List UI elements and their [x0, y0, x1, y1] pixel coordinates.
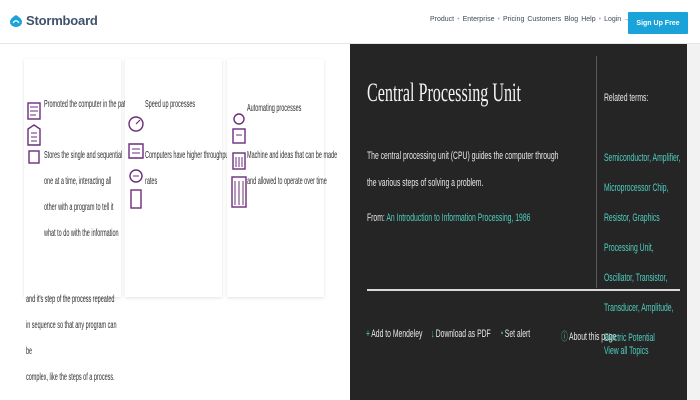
plus-icon: +	[366, 328, 370, 340]
feature-card[interactable]: Promoted the computer in the pattern Sto…	[24, 59, 135, 297]
concept-actions: +Add to Mendeley ↓Download as PDF ◔Set a…	[366, 328, 539, 340]
card-text-line: and allowed to operate over time	[247, 176, 327, 187]
download-pdf-label: Download as PDF	[435, 328, 491, 340]
main-nav: Product • Enterprise • Pricing Customers…	[430, 16, 630, 23]
card-text: Stores the single and sequential one at …	[44, 143, 138, 247]
nav-enterprise[interactable]: Enterprise	[463, 16, 495, 23]
top-header: Stormboard Product • Enterprise • Pricin…	[0, 0, 700, 44]
card-text-line: one at a time, interacting all	[44, 176, 112, 187]
card-text-line: complex, like the steps of a process.	[26, 372, 115, 383]
view-all-topics-link[interactable]: View all Topics	[604, 345, 648, 357]
card-text-line: Machine and ideas that can be made	[247, 150, 338, 161]
brand-logo[interactable]: Stormboard	[9, 13, 98, 28]
person-computer-icon	[27, 102, 41, 164]
download-pdf-button[interactable]: ↓Download as PDF	[431, 328, 491, 340]
nav-product[interactable]: Product	[430, 16, 454, 23]
card-title: Speed up processes	[145, 99, 196, 110]
card-text: Computers have higher throughput rates	[145, 143, 239, 195]
card-text-line: in sequence so that any program can be	[26, 320, 117, 357]
nav-customers[interactable]: Customers	[527, 16, 561, 23]
add-to-mendeley-label: Add to Mendeley	[371, 328, 423, 340]
add-to-mendeley-button[interactable]: +Add to Mendeley	[366, 328, 422, 340]
concept-title: Central Processing Unit	[367, 78, 522, 107]
card-text-line: what to do with the information	[44, 228, 119, 239]
card-text: Machine and ideas that can be made and a…	[247, 143, 341, 195]
nav-pricing[interactable]: Pricing	[503, 16, 524, 23]
nav-separator: •	[457, 16, 460, 23]
feature-card[interactable]: Automating processes Machine and ideas t…	[227, 59, 337, 297]
card-text-line: Computers have higher throughput	[145, 150, 231, 161]
bell-icon: ◔	[499, 328, 504, 340]
source-link[interactable]: An Introduction to Information Processin…	[386, 212, 530, 224]
related-terms-list[interactable]: Semiconductor, Amplifier, Microprocessor…	[604, 143, 685, 353]
nav-help[interactable]: Help	[581, 16, 595, 23]
card-title: Automating processes	[247, 103, 302, 114]
nav-separator: •	[598, 16, 602, 23]
download-icon: ↓	[431, 328, 435, 340]
related-terms-heading: Related terms:	[604, 92, 649, 104]
feature-card[interactable]: Speed up processes Computers have higher…	[125, 59, 230, 297]
scrollbar[interactable]	[687, 44, 700, 400]
nav-separator: •	[497, 16, 500, 23]
source-citation: From: An Introduction to Information Pro…	[367, 212, 530, 224]
card-title: Promoted the computer in the pattern	[44, 99, 136, 110]
info-icon: ⓘ	[561, 331, 568, 343]
nav-blog[interactable]: Blog	[564, 16, 578, 23]
related-divider	[596, 56, 597, 288]
set-alert-label: Set alert	[504, 328, 531, 340]
automation-robot-icon	[231, 113, 247, 208]
source-prefix: From:	[367, 212, 385, 224]
stormboard-logo-icon	[10, 14, 22, 27]
card-text-line: Stores the single and sequential	[44, 150, 123, 161]
card-text-line: rates	[145, 176, 158, 187]
brand-name: Stormboard	[26, 13, 98, 28]
nav-login[interactable]: Login	[604, 16, 621, 23]
set-alert-button[interactable]: ◔Set alert	[499, 328, 530, 340]
signup-button[interactable]: Sign Up Free	[628, 12, 688, 34]
concept-definition: The central processing unit (CPU) guides…	[367, 150, 559, 189]
card-text-line: and it's step of the process repeated	[26, 294, 115, 305]
card-text-line: other with a program to tell it	[44, 202, 114, 213]
speedometer-icon	[128, 116, 144, 209]
card-text-continued: and it's step of the process repeated in…	[26, 287, 120, 391]
